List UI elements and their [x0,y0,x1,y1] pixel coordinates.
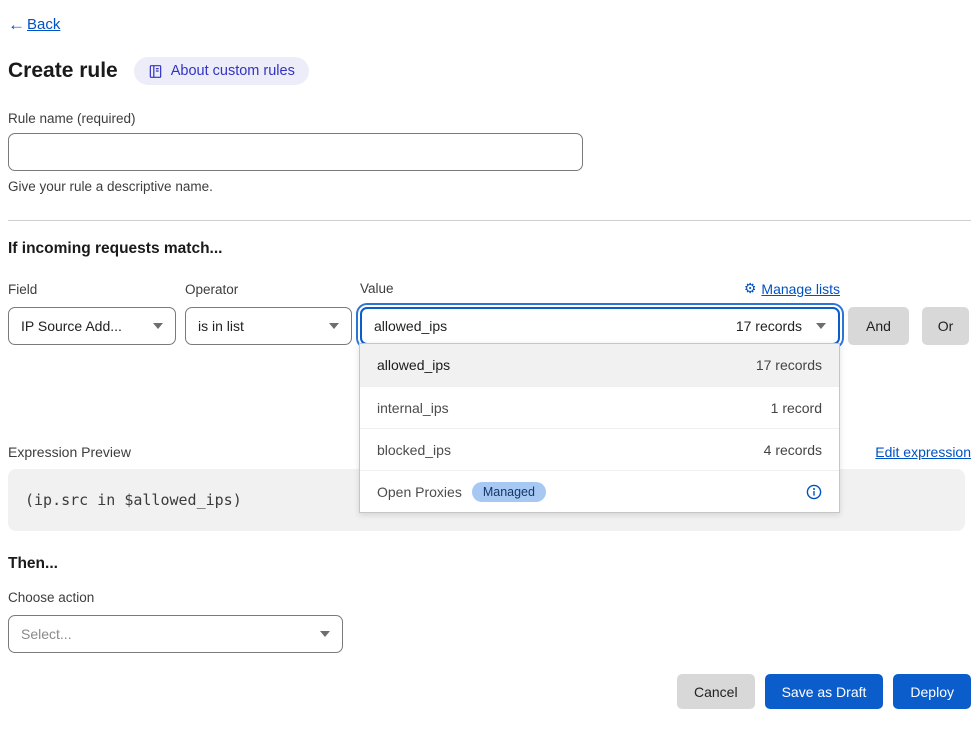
condition-row: Field IP Source Add... Operator is in li… [8,280,971,345]
save-as-draft-button[interactable]: Save as Draft [765,674,884,709]
book-icon [148,64,163,79]
dropdown-item-allowed-ips[interactable]: allowed_ips 17 records [360,344,839,386]
cancel-button[interactable]: Cancel [677,674,755,709]
and-button[interactable]: And [848,307,909,345]
footer-actions: Cancel Save as Draft Deploy [8,674,971,709]
operator-select[interactable]: is in list [185,307,352,345]
rule-name-label: Rule name (required) [8,111,971,126]
title-row: Create rule About custom rules [8,57,971,85]
field-label: Field [8,282,37,297]
deploy-button[interactable]: Deploy [893,674,971,709]
section-divider [8,220,971,221]
about-custom-rules-link[interactable]: About custom rules [134,57,309,85]
chevron-down-icon [816,323,826,329]
chevron-down-icon [320,631,330,637]
rule-name-helper: Give your rule a descriptive name. [8,179,971,194]
rule-name-input[interactable] [8,133,583,171]
dropdown-item-internal-ips[interactable]: internal_ips 1 record [360,386,839,428]
value-label: Value [360,281,394,296]
manage-lists-label: Manage lists [761,281,840,297]
then-section-heading: Then... [8,555,971,573]
about-custom-rules-label: About custom rules [171,63,295,79]
dropdown-item-open-proxies[interactable]: Open Proxies Managed [360,470,839,512]
value-select-meta: 17 records [736,318,802,334]
dropdown-item-blocked-ips[interactable]: blocked_ips 4 records [360,428,839,470]
chevron-down-icon [153,323,163,329]
operator-label: Operator [185,282,238,297]
match-section-heading: If incoming requests match... [8,240,971,258]
gear-icon: ⚙ [744,280,757,297]
operator-select-value: is in list [198,318,244,334]
list-item-name: internal_ips [377,400,449,416]
info-icon[interactable] [806,484,822,500]
list-item-meta: 1 record [771,400,822,416]
field-column: Field IP Source Add... [8,282,176,345]
manage-lists-link[interactable]: ⚙ Manage lists [744,280,840,297]
or-button[interactable]: Or [922,307,969,345]
value-select-value: allowed_ips [374,318,447,334]
back-arrow-icon: ← [8,16,25,33]
expression-code-text: (ip.src in $allowed_ips) [25,491,242,509]
value-select[interactable]: allowed_ips 17 records [360,307,840,345]
action-select[interactable]: Select... [8,615,343,653]
list-item-name: allowed_ips [377,357,450,373]
expression-preview-label: Expression Preview [8,444,131,460]
operator-column: Operator is in list [185,282,352,345]
field-select[interactable]: IP Source Add... [8,307,176,345]
chevron-down-icon [329,323,339,329]
list-item-meta: 4 records [764,442,822,458]
value-dropdown-panel: allowed_ips 17 records internal_ips 1 re… [359,343,840,513]
managed-badge: Managed [472,482,546,502]
field-select-value: IP Source Add... [21,318,122,334]
choose-action-label: Choose action [8,590,971,605]
list-item-meta: 17 records [756,357,822,373]
back-link-label: Back [27,16,60,33]
list-item-name: Open Proxies [377,484,462,500]
action-select-placeholder: Select... [21,626,72,642]
back-link[interactable]: ← Back [8,16,60,33]
edit-expression-link[interactable]: Edit expression [875,444,971,460]
create-rule-page: ← Back Create rule About custom rules Ru… [0,0,979,709]
page-title: Create rule [8,59,118,83]
list-item-name: blocked_ips [377,442,451,458]
value-column: Value ⚙ Manage lists allowed_ips 17 reco… [360,280,840,345]
